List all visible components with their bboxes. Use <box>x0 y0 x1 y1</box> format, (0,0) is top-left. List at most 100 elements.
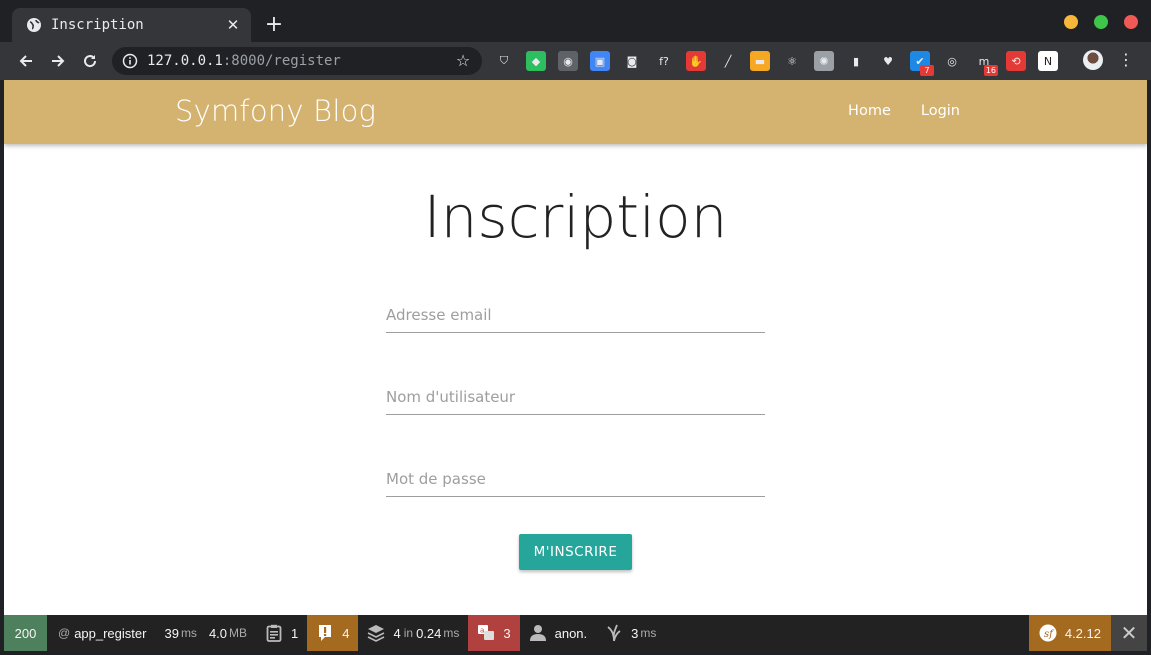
cache-panel[interactable]: 4 in 0.24 ms <box>358 615 468 651</box>
logs-count: 4 <box>342 625 350 641</box>
username-field-wrapper <box>386 367 765 449</box>
heart-icon[interactable]: ♥ <box>878 51 898 71</box>
profile-avatar[interactable] <box>1083 50 1103 70</box>
register-button[interactable]: M'INSCRIRE <box>519 534 632 570</box>
user-icon <box>529 624 547 642</box>
symfony-version: 4.2.12 <box>1064 625 1101 641</box>
site-brand[interactable]: Symfony Blog <box>175 94 376 128</box>
status-code-badge[interactable]: 200 <box>4 615 47 651</box>
twig-value: 3 <box>631 625 639 641</box>
keep-icon[interactable]: ◉ <box>558 51 578 71</box>
fonts-icon[interactable]: f? <box>654 51 674 71</box>
security-panel[interactable]: anon. <box>520 615 597 651</box>
globe-icon <box>26 17 42 33</box>
twig-unit: ms <box>640 626 657 640</box>
browser-window: Inscription ✕ + 127.0.0.1:8000/register … <box>0 0 1151 655</box>
route-prefix: @ <box>58 626 71 640</box>
clipboard-icon <box>265 624 283 642</box>
symfony-logo-icon: sf <box>1039 624 1057 642</box>
address-bar[interactable]: 127.0.0.1:8000/register ☆ <box>112 47 482 75</box>
time-value: 39 <box>164 625 179 641</box>
url-host: 127.0.0.1 <box>147 53 223 69</box>
symfony-debug-toolbar: 200 @ app_register 39 ms 4.0 MB 1 4 4 in… <box>4 615 1147 651</box>
palette-icon[interactable]: ▮ <box>846 51 866 71</box>
username-field[interactable] <box>386 367 765 415</box>
arrow-right-icon <box>52 55 65 67</box>
camera-icon[interactable]: ◙ <box>622 51 642 71</box>
email-field[interactable] <box>386 285 765 333</box>
browser-toolbar: 127.0.0.1:8000/register ☆ ⛉ ◆ ◉ ▣ ◙ f? ✋ ╱ ▬ ⚛ ✺ ▮ ♥… <box>0 42 1151 80</box>
todo-icon[interactable]: ✔ 7 <box>910 51 934 76</box>
evernote-icon[interactable]: ◆ <box>526 51 546 71</box>
extensions-area: ⛉ ◆ ◉ ▣ ◙ f? ✋ ╱ ▬ ⚛ ✺ ▮ ♥ ✔ 7 ◎ m 16 ⟲ N <box>494 51 1070 76</box>
tab-strip: Inscription ✕ + <box>0 0 1151 42</box>
nav-links: Home Login <box>848 103 960 119</box>
forward-button[interactable] <box>42 45 74 77</box>
cache-unit: ms <box>443 626 460 640</box>
exclamation-icon <box>316 624 334 642</box>
reload-icon <box>84 55 97 68</box>
reload-button[interactable] <box>74 45 106 77</box>
bookmark-star-icon[interactable]: ☆ <box>454 52 472 70</box>
nav-link-home[interactable]: Home <box>848 103 891 119</box>
cache-time: 0.24 <box>416 625 442 641</box>
tab-title: Inscription <box>51 17 144 33</box>
time-unit: ms <box>180 626 197 640</box>
translate-icon: a <box>477 624 495 642</box>
register-form: M'INSCRIRE <box>386 285 765 570</box>
window-controls <box>1064 15 1138 29</box>
svg-text:a: a <box>480 627 484 635</box>
url-path: :8000/register <box>222 53 341 69</box>
user-name: anon. <box>554 625 588 641</box>
close-window-button[interactable] <box>1124 15 1138 29</box>
menu-kebab-icon[interactable]: ⋮ <box>1118 50 1134 70</box>
notion-icon[interactable]: N <box>1038 51 1058 71</box>
minimize-button[interactable] <box>1064 15 1078 29</box>
logs-panel[interactable]: 4 <box>307 615 359 651</box>
password-field[interactable] <box>386 449 765 497</box>
arrow-left-icon <box>19 55 32 67</box>
circle-icon[interactable]: ◎ <box>942 51 962 71</box>
password-field-wrapper <box>386 449 765 531</box>
nav-link-login[interactable]: Login <box>921 103 960 119</box>
twig-icon <box>605 624 623 642</box>
layers-icon <box>367 624 385 642</box>
symfony-version-panel[interactable]: sf 4.2.12 <box>1028 615 1111 651</box>
gear-icon[interactable]: ✺ <box>814 51 834 71</box>
forms-count: 1 <box>291 625 299 641</box>
translate-icon[interactable]: ▣ <box>590 51 610 71</box>
refresh-red-icon[interactable]: ⟲ <box>1006 51 1026 71</box>
mail-icon[interactable]: ▬ <box>750 51 770 71</box>
maximize-button[interactable] <box>1094 15 1108 29</box>
extension-badge: 16 <box>983 65 998 76</box>
url-text: 127.0.0.1:8000/register <box>147 53 454 69</box>
cache-in: in <box>403 626 414 640</box>
translation-panel[interactable]: a 3 <box>468 615 520 651</box>
tab-close-icon[interactable]: ✕ <box>225 17 241 33</box>
m-icon[interactable]: m 16 <box>974 51 998 76</box>
forms-panel[interactable]: 1 <box>256 615 307 651</box>
extension-badge: 7 <box>920 65 934 76</box>
route-panel[interactable]: @ app_register <box>47 615 155 651</box>
close-toolbar-button[interactable]: ✕ <box>1111 615 1147 651</box>
info-icon[interactable] <box>122 53 138 69</box>
cache-count: 4 <box>393 625 401 641</box>
twig-panel[interactable]: 3 ms <box>596 615 665 651</box>
status-code: 200 <box>14 625 37 641</box>
new-tab-button[interactable]: + <box>262 13 286 37</box>
site-navbar: Symfony Blog Home Login <box>4 80 1147 144</box>
react-icon[interactable]: ⚛ <box>782 51 802 71</box>
color-picker-icon[interactable]: ╱ <box>718 51 738 71</box>
memory-unit: MB <box>229 626 248 640</box>
page-viewport: Symfony Blog Home Login Inscription M'IN… <box>4 80 1147 615</box>
pocket-icon[interactable]: ⛉ <box>494 51 514 71</box>
tab-inscription[interactable]: Inscription ✕ <box>12 8 251 42</box>
email-field-wrapper <box>386 285 765 367</box>
time-panel[interactable]: 39 ms 4.0 MB <box>155 615 256 651</box>
page-title: Inscription <box>423 183 728 251</box>
memory-value: 4.0 <box>208 625 228 641</box>
route-name: app_register <box>74 625 147 641</box>
translation-count: 3 <box>503 625 511 641</box>
adblock-icon[interactable]: ✋ <box>686 51 706 71</box>
back-button[interactable] <box>10 45 42 77</box>
